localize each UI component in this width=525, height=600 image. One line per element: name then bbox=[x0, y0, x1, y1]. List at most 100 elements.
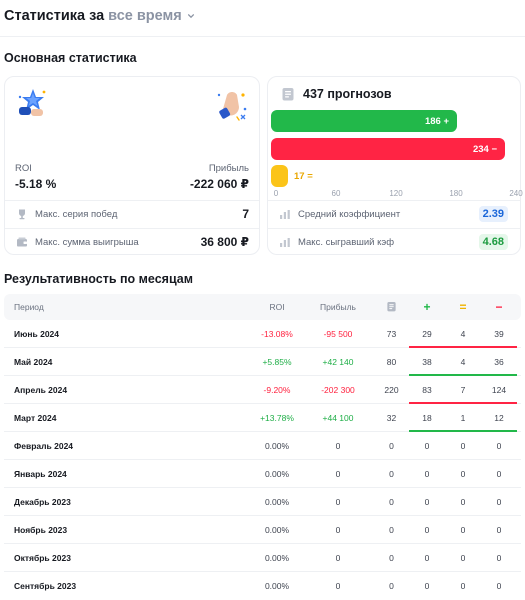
max-coef-row: Макс. сыгравший кэф 4.68 bbox=[278, 232, 508, 252]
table-body: Июнь 2024 -13.08% -95 500 73 29 4 39 Май 2024 +5… bbox=[4, 320, 521, 600]
table-row[interactable]: Октябрь 2023 0.00% 0 0 0 0 0 bbox=[4, 544, 521, 572]
profit-cell: 0 bbox=[335, 496, 341, 507]
wdl-group: 38 4 36 bbox=[409, 348, 517, 376]
col-losses[interactable]: − bbox=[481, 300, 517, 314]
main-stats-card: ROI -5.18 % Прибыль -222 060 ₽ Макс. сер… bbox=[4, 76, 260, 255]
avg-coef-row: Средний коэффициент 2.39 bbox=[278, 204, 508, 224]
profit-cell: +42 140 bbox=[322, 356, 354, 367]
wdl-group: 0 0 0 bbox=[409, 432, 517, 460]
draws-cell: 0 bbox=[460, 524, 466, 535]
profit-label: Прибыль bbox=[208, 163, 249, 174]
table-row[interactable]: Июнь 2024 -13.08% -95 500 73 29 4 39 bbox=[4, 320, 521, 348]
trophy-icon bbox=[15, 208, 28, 221]
table-row[interactable]: Декабрь 2023 0.00% 0 0 0 0 0 bbox=[4, 488, 521, 516]
losses-bar: 234 − bbox=[271, 138, 505, 160]
draws-cell: 0 bbox=[460, 581, 466, 591]
col-wins[interactable]: + bbox=[409, 300, 445, 314]
roi-cell: 0.00% bbox=[264, 552, 290, 563]
table-row[interactable]: Ноябрь 2023 0.00% 0 0 0 0 0 bbox=[4, 516, 521, 544]
wins-cell: 18 bbox=[422, 412, 432, 423]
period-cell: Ноябрь 2023 bbox=[14, 524, 68, 535]
wdl-group: 0 0 0 bbox=[409, 516, 517, 544]
losses-cell: 0 bbox=[496, 496, 502, 507]
draws-bar bbox=[271, 165, 288, 187]
axis-tick: 60 bbox=[331, 189, 341, 198]
count-cell: 220 bbox=[384, 384, 399, 395]
page-title: Статистика за bbox=[4, 8, 105, 24]
main-stats-title: Основная статистика bbox=[4, 51, 137, 65]
draws-cell: 0 bbox=[460, 496, 466, 507]
roi-cell: 0.00% bbox=[264, 440, 290, 451]
roi-cell: +13.78% bbox=[260, 412, 294, 423]
max-win-value: 36 800 ₽ bbox=[200, 235, 249, 249]
draws-bar-label: 17 = bbox=[294, 171, 313, 182]
divider bbox=[5, 200, 259, 201]
count-cell: 0 bbox=[389, 440, 394, 451]
table-row[interactable]: Сентябрь 2023 0.00% 0 0 0 0 0 bbox=[4, 572, 521, 600]
draws-cell: 1 bbox=[460, 412, 466, 423]
divider bbox=[268, 200, 520, 201]
roi-cell: -13.08% bbox=[261, 328, 293, 339]
roi-cell: +5.85% bbox=[262, 356, 292, 367]
col-profit[interactable]: Прибыль bbox=[302, 302, 374, 312]
col-period[interactable]: Период bbox=[4, 302, 252, 312]
count-cell: 32 bbox=[386, 412, 397, 423]
losses-cell: 0 bbox=[496, 552, 502, 563]
max-coef-label: Макс. сыгравший кэф bbox=[298, 236, 395, 248]
period-cell: Декабрь 2023 bbox=[14, 496, 71, 507]
axis-tick: 120 bbox=[389, 189, 403, 198]
period-cell: Март 2024 bbox=[14, 412, 57, 423]
count-cell: 0 bbox=[389, 524, 394, 535]
wins-cell: 38 bbox=[422, 356, 432, 367]
axis-tick: 0 bbox=[273, 189, 279, 198]
wins-cell: 0 bbox=[424, 468, 430, 479]
draws-cell: 0 bbox=[460, 468, 466, 479]
predictions-card: 437 прогнозов 186 + 234 − 17 = 0 60 120 … bbox=[267, 76, 523, 255]
clipboard-icon bbox=[387, 301, 396, 311]
table-header: Период ROI Прибыль + = − bbox=[4, 294, 521, 320]
axis-tick: 240 bbox=[509, 189, 523, 198]
losses-cell: 124 bbox=[491, 384, 507, 395]
divider bbox=[268, 228, 520, 229]
wins-bar-label: 186 + bbox=[424, 115, 449, 127]
wins-cell: 29 bbox=[422, 328, 432, 339]
col-draws[interactable]: = bbox=[445, 300, 481, 314]
count-cell: 0 bbox=[389, 581, 394, 591]
col-roi[interactable]: ROI bbox=[252, 302, 302, 312]
table-row[interactable]: Апрель 2024 -9.20% -202 300 220 83 7 124 bbox=[4, 376, 521, 404]
losses-cell: 0 bbox=[496, 468, 502, 479]
wdl-group: 83 7 124 bbox=[409, 376, 517, 404]
losses-cell: 12 bbox=[494, 412, 504, 423]
draws-cell: 4 bbox=[460, 328, 466, 339]
page-header: Статистика за все время bbox=[4, 6, 195, 26]
roi-label: ROI bbox=[15, 163, 32, 174]
chevron-down-icon[interactable] bbox=[187, 12, 195, 20]
period-cell: Май 2024 bbox=[14, 356, 53, 367]
wallet-icon bbox=[15, 236, 28, 249]
table-row[interactable]: Январь 2024 0.00% 0 0 0 0 0 bbox=[4, 460, 521, 488]
losses-cell: 0 bbox=[496, 524, 502, 535]
period-cell: Сентябрь 2023 bbox=[14, 581, 77, 591]
monthly-table: Период ROI Прибыль + = − Июнь 2024 -13.08… bbox=[4, 294, 521, 600]
predictions-count: 437 прогнозов bbox=[303, 87, 392, 101]
period-selector[interactable]: все время bbox=[108, 8, 182, 24]
handshake-star-icon bbox=[18, 89, 46, 116]
profit-cell: 0 bbox=[335, 581, 341, 591]
max-win-label: Макс. сумма выигрыша bbox=[35, 236, 139, 248]
predictions-header: 437 прогнозов bbox=[282, 85, 392, 103]
profit-cell: -95 500 bbox=[323, 328, 353, 339]
roi-cell: 0.00% bbox=[264, 468, 290, 479]
table-row[interactable]: Февраль 2024 0.00% 0 0 0 0 0 bbox=[4, 432, 521, 460]
divider bbox=[5, 228, 259, 229]
losses-bar-label: 234 − bbox=[472, 143, 497, 155]
celebration-hand-icon bbox=[217, 92, 247, 121]
draws-cell: 0 bbox=[460, 552, 466, 563]
table-row[interactable]: Март 2024 +13.78% +44 100 32 18 1 12 bbox=[4, 404, 521, 432]
period-cell: Февраль 2024 bbox=[14, 440, 74, 451]
profit-cell: 0 bbox=[335, 552, 341, 563]
losses-cell: 0 bbox=[496, 440, 502, 451]
wins-cell: 0 bbox=[424, 524, 430, 535]
col-count[interactable] bbox=[374, 301, 409, 314]
table-row[interactable]: Май 2024 +5.85% +42 140 80 38 4 36 bbox=[4, 348, 521, 376]
count-cell: 80 bbox=[386, 356, 397, 367]
